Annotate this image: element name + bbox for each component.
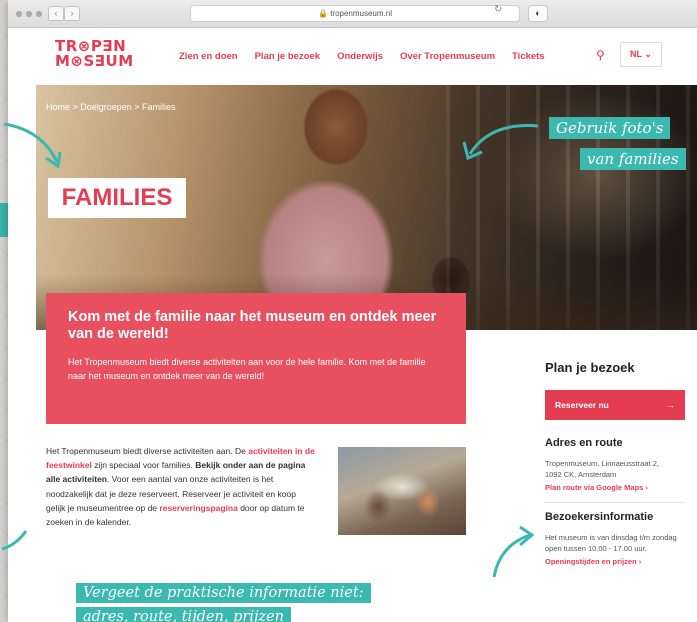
address-heading: Adres en route — [545, 437, 623, 449]
intro-box: Kom met de familie naar het museum en on… — [46, 293, 466, 424]
arrow-to-hero-left — [3, 122, 62, 169]
logo-line-2: M⊗S∃UM — [55, 52, 134, 70]
body-text-2: zijn speciaal voor families. — [91, 460, 196, 471]
arrow-to-hero-right — [462, 124, 539, 161]
intro-text: Het Tropenmuseum biedt diverse activitei… — [68, 357, 426, 381]
browser-window: ‹ › 🔒 tropenmuseum.nl ↻ ◐ TR⊗P∃N M⊗S∃UM … — [8, 0, 697, 622]
search-icon[interactable]: ⚲ — [596, 48, 605, 62]
window-minimize-dot[interactable] — [26, 11, 32, 17]
window-close-dot[interactable] — [16, 11, 22, 17]
browser-toolbar: ‹ › 🔒 tropenmuseum.nl ↻ ◐ — [8, 0, 697, 28]
nav-item-onderwijs[interactable]: Onderwijs — [337, 51, 383, 62]
reload-icon[interactable]: ↻ — [494, 4, 502, 15]
arrow-to-body-text — [1, 530, 28, 551]
address-bar[interactable]: 🔒 tropenmuseum.nl — [190, 5, 520, 22]
hours-link[interactable]: Openingstijden en prijzen › — [545, 557, 695, 566]
practical-callout-1: Vergeet de praktische informatie niet: — [76, 583, 371, 603]
address-line-2: 1092 CK, Amsterdam — [545, 470, 617, 479]
nav-item-tickets[interactable]: Tickets — [512, 51, 545, 62]
site-header: TR⊗P∃N M⊗S∃UM Zien en doen Plan je bezoe… — [8, 28, 697, 84]
plan-visit-heading: Plan je bezoek — [545, 360, 635, 375]
route-link[interactable]: Plan route via Google Maps › — [545, 483, 695, 492]
address-line-1: Tropenmuseum, Linnaeusstraat 2, — [545, 459, 659, 468]
practical-callout-2: adres, route, tijden, prijzen — [76, 607, 292, 622]
body-paragraph: Het Tropenmuseum biedt diverse activitei… — [46, 444, 316, 529]
window-zoom-dot[interactable] — [36, 11, 42, 17]
forward-icon[interactable]: › — [64, 6, 80, 21]
back-icon[interactable]: ‹ — [48, 6, 64, 21]
tropenmuseum-logo[interactable]: TR⊗P∃N M⊗S∃UM — [55, 39, 134, 69]
reserve-label: Reserveer nu — [555, 400, 609, 410]
visit-sidebar: Plan je bezoek Reserveer nu → Adres en r… — [545, 360, 695, 566]
page-title: FAMILIES — [48, 178, 186, 218]
arrow-right-icon: → — [666, 400, 676, 410]
url-text: tropenmuseum.nl — [330, 9, 392, 18]
reservation-link[interactable]: reserveringspagina — [159, 503, 237, 513]
nav-item-zien-en-doen[interactable]: Zien en doen — [179, 51, 238, 62]
reserve-button[interactable]: Reserveer nu → — [545, 390, 685, 420]
language-select[interactable]: NL ⌄ — [620, 42, 662, 67]
activity-photo — [338, 447, 466, 535]
nav-item-plan-je-bezoek[interactable]: Plan je bezoek — [255, 51, 320, 62]
sidebar-divider — [545, 502, 685, 503]
side-accent-left — [0, 203, 8, 237]
photo-callout-1: Gebruik foto's — [549, 117, 671, 139]
arrow-to-visitor-info — [492, 525, 535, 578]
nav-item-over-tropenmuseum[interactable]: Over Tropenmuseum — [400, 51, 495, 62]
visitor-info-text: Het museum is van dinsdag t/m zondag ope… — [545, 533, 677, 553]
intro-heading: Kom met de familie naar het museum en on… — [68, 309, 437, 342]
shield-icon[interactable]: ◐ — [528, 5, 548, 22]
visitor-info-heading: Bezoekersinformatie — [545, 511, 654, 523]
address-text: Tropenmuseum, Linnaeusstraat 2, 1092 CK,… — [545, 458, 695, 480]
main-nav: Zien en doen Plan je bezoek Onderwijs Ov… — [179, 51, 562, 62]
body-text-1: Het Tropenmuseum biedt diverse activitei… — [46, 446, 249, 456]
photo-callout-2: van families — [580, 148, 686, 170]
lock-icon: 🔒 — [318, 9, 331, 18]
breadcrumb[interactable]: Home > Doelgroepen > Families — [46, 102, 176, 112]
